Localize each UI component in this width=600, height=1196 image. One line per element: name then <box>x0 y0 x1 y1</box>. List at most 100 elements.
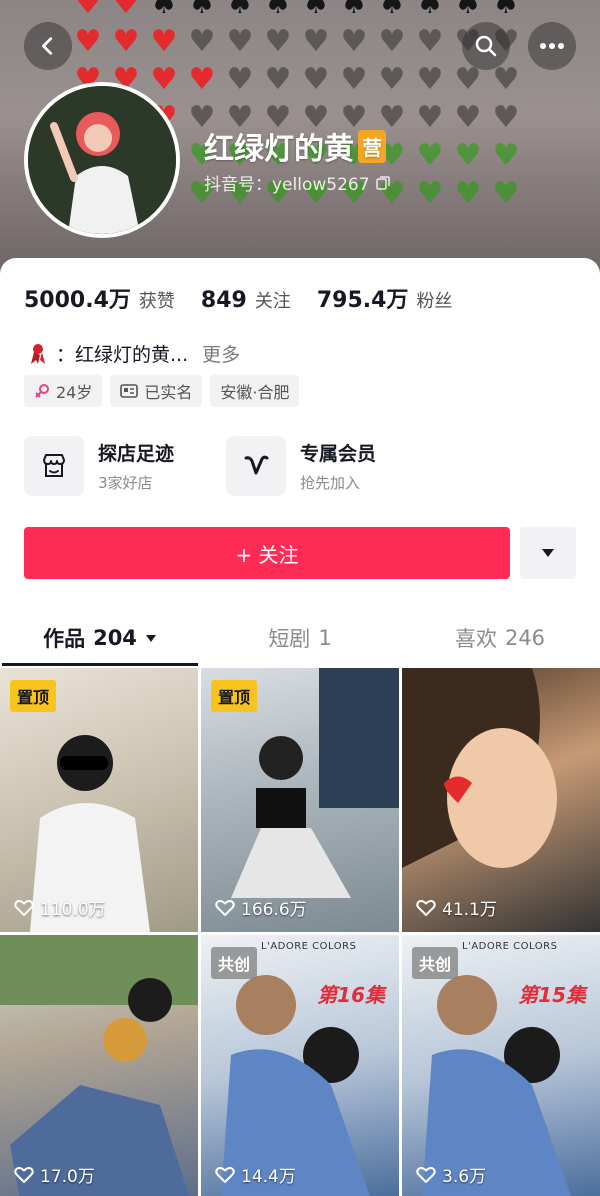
video-thumbnail[interactable]: L'ADORE COLORS 第15集 共创 3.6万 <box>402 935 600 1196</box>
caret-down-icon <box>542 549 554 557</box>
stat-likes[interactable]: 5000.4万 获赞 <box>24 282 175 314</box>
thumbnail-illustration <box>0 935 198 1196</box>
tab-label: 喜欢 <box>454 627 497 651</box>
chevron-left-icon <box>42 37 53 55</box>
pinned-badge: 置顶 <box>10 680 57 712</box>
feature-icon-wrap <box>24 436 84 496</box>
store-icon <box>43 454 65 477</box>
heart-outline-icon <box>416 1166 436 1183</box>
video-likes: 17.0万 <box>14 1162 95 1187</box>
video-thumbnail[interactable]: 41.1万 <box>402 668 600 932</box>
tag-text: 已实名 <box>144 383 193 402</box>
feature-store-visits[interactable]: 探店足迹 3家好店 <box>24 436 174 496</box>
back-button[interactable] <box>24 22 72 70</box>
feature-subtitle: 抢先加入 <box>300 474 361 492</box>
feature-subtitle: 3家好店 <box>98 474 153 492</box>
brand-text: L'ADORE COLORS <box>462 941 558 952</box>
female-icon <box>35 384 49 398</box>
stat-value: 5000.4万 <box>24 288 131 313</box>
profile-card: 5000.4万 获赞 849 关注 795.4万 粉丝 ：红绿灯的黄... 更多… <box>0 258 600 1196</box>
co-create-badge: 共创 <box>211 947 258 979</box>
search-icon <box>475 35 497 57</box>
feature-text: 探店足迹 3家好店 <box>98 439 174 493</box>
more-options-button[interactable] <box>528 22 576 70</box>
tag-text: 安徽·合肥 <box>220 383 290 402</box>
id-card-icon <box>120 384 139 398</box>
profile-name-text: 红绿灯的黄 <box>204 132 354 167</box>
feature-icon-wrap <box>226 436 286 496</box>
episode-label: 第15集 <box>518 983 586 1007</box>
tab-label: 短剧 <box>268 627 311 651</box>
stat-label: 粉丝 <box>416 291 453 312</box>
feature-text: 专属会员 抢先加入 <box>300 439 376 493</box>
stats-row: 5000.4万 获赞 849 关注 795.4万 粉丝 <box>24 282 452 314</box>
tag-verified: 已实名 <box>110 375 203 407</box>
video-thumbnail[interactable]: 置顶 110.0万 <box>0 668 198 932</box>
avatar[interactable] <box>24 82 180 238</box>
tab-count: 204 <box>93 626 137 650</box>
feature-membership[interactable]: 专属会员 抢先加入 <box>226 436 376 496</box>
heart-outline-icon <box>416 899 436 916</box>
vip-icon <box>244 455 269 475</box>
likes-count: 41.1万 <box>442 900 497 920</box>
bio[interactable]: ：红绿灯的黄... 更多 <box>28 340 240 367</box>
likes-count: 110.0万 <box>40 900 106 920</box>
likes-count: 3.6万 <box>442 1167 487 1187</box>
follow-dropdown-button[interactable] <box>520 527 576 579</box>
stat-following[interactable]: 849 关注 <box>201 287 291 313</box>
heart-outline-icon <box>14 899 34 916</box>
caret-down-icon <box>145 634 156 642</box>
likes-count: 166.6万 <box>241 900 307 920</box>
heart-outline-icon <box>215 899 235 916</box>
stat-label: 获赞 <box>138 291 175 312</box>
tab-short-drama[interactable]: 短剧 1 <box>200 610 400 666</box>
tag-text: 24岁 <box>56 383 93 402</box>
tag-age: 24岁 <box>24 375 103 407</box>
video-thumbnail[interactable]: 17.0万 <box>0 935 198 1196</box>
enterprise-badge: 营 <box>358 129 386 163</box>
pinned-badge: 置顶 <box>211 680 258 712</box>
douyin-id-text: 抖音号：yellow5267 <box>204 175 370 195</box>
likes-count: 17.0万 <box>40 1167 95 1187</box>
feature-title: 专属会员 <box>300 443 377 465</box>
co-create-badge: 共创 <box>412 947 459 979</box>
stat-followers[interactable]: 795.4万 粉丝 <box>317 282 453 314</box>
thumbnail-illustration <box>402 668 557 868</box>
video-thumbnail[interactable]: 置顶 166.6万 <box>201 668 399 932</box>
copy-icon[interactable] <box>375 175 390 190</box>
content-tabs: 作品 204 短剧 1 喜欢 246 <box>0 610 600 666</box>
video-likes: 41.1万 <box>416 895 497 920</box>
tab-count: 1 <box>318 626 332 650</box>
episode-label: 第16集 <box>317 983 385 1007</box>
likes-count: 14.4万 <box>241 1167 296 1187</box>
ribbon-icon <box>31 343 45 364</box>
more-dots-icon <box>540 43 564 49</box>
heart-outline-icon <box>14 1166 34 1183</box>
profile-name: 红绿灯的黄 营 <box>204 124 386 168</box>
video-likes: 3.6万 <box>416 1162 486 1187</box>
tab-count: 246 <box>504 626 546 650</box>
feature-title: 探店足迹 <box>98 443 175 465</box>
stat-value: 849 <box>200 288 247 313</box>
bio-more-link[interactable]: 更多 <box>202 340 240 367</box>
video-grid: 置顶 110.0万 置顶 166.6万 41.1万 17.0万 L'ADORE … <box>0 668 600 1196</box>
tag-location: 安徽·合肥 <box>210 375 300 407</box>
tab-works[interactable]: 作品 204 <box>0 610 200 666</box>
video-likes: 110.0万 <box>14 895 106 920</box>
follow-button[interactable]: + 关注 <box>24 527 510 579</box>
video-thumbnail[interactable]: L'ADORE COLORS 第16集 共创 14.4万 <box>201 935 399 1196</box>
tab-label: 作品 <box>43 627 86 651</box>
tab-likes[interactable]: 喜欢 246 <box>400 610 600 666</box>
search-button[interactable] <box>462 22 510 70</box>
douyin-id: 抖音号：yellow5267 <box>204 170 390 195</box>
heart-outline-icon <box>215 1166 235 1183</box>
follow-button-label: + 关注 <box>235 542 299 567</box>
tag-row: 24岁 已实名 安徽·合肥 <box>24 375 300 407</box>
bio-text: ：红绿灯的黄... <box>56 344 189 366</box>
brand-text: L'ADORE COLORS <box>261 941 357 952</box>
avatar-image <box>28 86 176 234</box>
video-likes: 14.4万 <box>215 1162 296 1187</box>
stat-label: 关注 <box>254 291 291 312</box>
video-likes: 166.6万 <box>215 895 307 920</box>
stat-value: 795.4万 <box>316 288 409 313</box>
